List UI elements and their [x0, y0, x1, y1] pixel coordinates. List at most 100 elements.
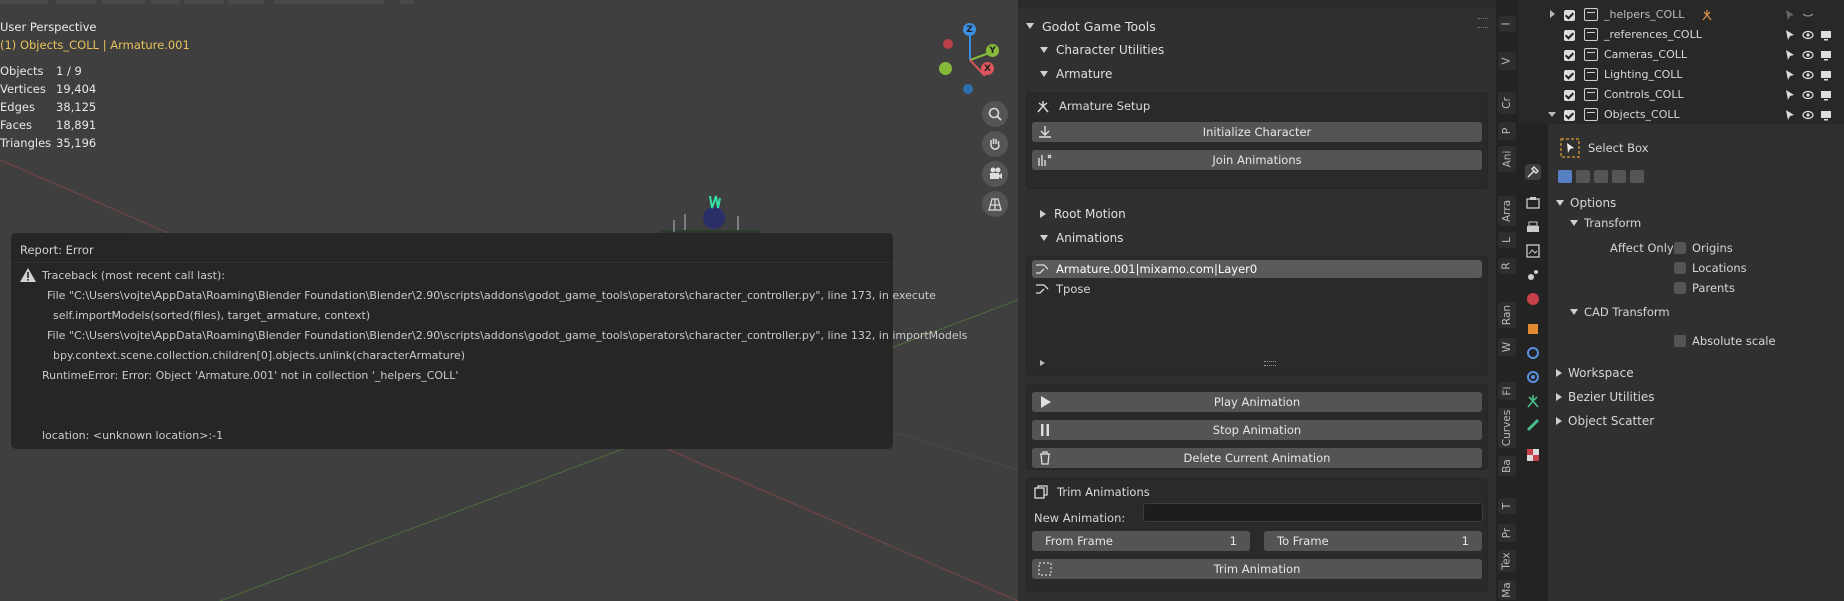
panel-header-character-utilities[interactable]: Character Utilities	[1018, 38, 1496, 62]
select-arrow-icon[interactable]	[1784, 89, 1796, 101]
gizmo-y-axis[interactable]: Y	[986, 44, 999, 57]
scene-tab-icon[interactable]	[1525, 267, 1541, 283]
physics-tab-icon[interactable]	[1525, 369, 1541, 385]
locations-checkbox[interactable]: Locations	[1674, 261, 1747, 275]
list-resize-handle[interactable]	[1264, 361, 1276, 366]
from-frame-field[interactable]: From Frame 1	[1032, 531, 1250, 551]
gizmo-z-axis[interactable]: Z	[963, 23, 976, 36]
godot-game-tools-panel[interactable]: Godot Game Tools Character Utilities Arm…	[1018, 8, 1496, 601]
origins-checkbox[interactable]: Origins	[1674, 241, 1733, 255]
animation-list-item[interactable]: Armature.001|mixamo.com|Layer0	[1032, 260, 1482, 278]
3d-viewport[interactable]: User Perspective (1) Objects_COLL | Arma…	[0, 0, 1018, 601]
eye-icon[interactable]	[1802, 29, 1814, 41]
tab-random[interactable]: Ran	[1498, 302, 1516, 328]
absolute-scale-checkbox[interactable]: Absolute scale	[1674, 334, 1776, 348]
tab-r[interactable]: R	[1498, 258, 1516, 274]
eye-icon[interactable]	[1802, 109, 1814, 121]
zoom-button[interactable]	[982, 101, 1008, 127]
help-icon[interactable]	[400, 0, 414, 4]
panel-header-cad-transform[interactable]: CAD Transform	[1570, 305, 1670, 319]
tab-ba[interactable]: Ba	[1498, 456, 1516, 476]
gizmo-x-axis[interactable]: X	[981, 62, 994, 75]
expand-arrow-icon[interactable]	[1550, 10, 1555, 18]
eye-icon[interactable]	[1802, 89, 1814, 101]
animation-list-item[interactable]: Tpose	[1032, 280, 1482, 298]
checkbox-box[interactable]	[1674, 242, 1686, 254]
mode-subtract-selection-button[interactable]	[1594, 170, 1608, 183]
checkbox-box[interactable]	[1674, 262, 1686, 274]
select-arrow-icon[interactable]	[1784, 109, 1796, 121]
properties-editor[interactable]: Select Box Options Transform Affect Only…	[1548, 124, 1844, 601]
mode-dropdown[interactable]	[0, 0, 48, 4]
bone-tab-icon[interactable]	[1525, 417, 1541, 433]
world-tab-icon[interactable]	[1525, 291, 1541, 307]
join-animations-button[interactable]: Join Animations	[1032, 150, 1482, 170]
delete-current-animation-button[interactable]: Delete Current Animation	[1032, 448, 1482, 468]
panel-header-animations[interactable]: Animations	[1018, 226, 1496, 250]
exclude-checkbox[interactable]	[1564, 10, 1575, 21]
tab-animation[interactable]: Ani	[1498, 146, 1516, 172]
exclude-checkbox[interactable]	[1564, 30, 1575, 41]
panel-header-root-motion[interactable]: Root Motion	[1018, 202, 1496, 226]
view-menu[interactable]	[56, 0, 96, 4]
object-menu[interactable]	[184, 0, 224, 4]
texture-tab-icon[interactable]	[1525, 447, 1541, 463]
outliner-row[interactable]: Objects_COLL	[1518, 105, 1844, 125]
tab-w[interactable]: W	[1498, 338, 1516, 356]
tab-tex[interactable]: Tex	[1498, 550, 1516, 572]
pan-button[interactable]	[982, 131, 1008, 157]
panel-header-godot-game-tools[interactable]: Godot Game Tools	[1018, 14, 1496, 38]
monitor-icon[interactable]	[1820, 49, 1832, 61]
tab-armature[interactable]: Arra	[1498, 196, 1516, 226]
tab-pr[interactable]: Pr	[1498, 524, 1516, 542]
mode-intersect-selection-button[interactable]	[1630, 170, 1644, 183]
error-report-popup[interactable]: Report: Error Traceback (most recent cal…	[11, 233, 967, 449]
outliner-row[interactable]: Cameras_COLL	[1518, 45, 1844, 65]
panel-drag-handle[interactable]	[1478, 18, 1488, 28]
monitor-icon[interactable]	[1820, 69, 1832, 81]
autoparenting-dropdown[interactable]	[274, 0, 384, 4]
add-menu[interactable]	[150, 0, 180, 4]
checkbox-box[interactable]	[1674, 335, 1686, 347]
eye-icon[interactable]	[1802, 69, 1814, 81]
gizmo-neg-y-axis[interactable]	[939, 62, 952, 75]
monitor-icon[interactable]	[1820, 29, 1832, 41]
tab-curves[interactable]: Curves	[1498, 408, 1516, 448]
monitor-icon[interactable]	[1820, 89, 1832, 101]
panel-header-bezier-utilities[interactable]: Bezier Utilities	[1556, 390, 1655, 404]
outliner-row[interactable]: _helpers_COLL	[1518, 5, 1844, 25]
panel-header-transform[interactable]: Transform	[1570, 216, 1641, 230]
select-menu[interactable]	[102, 0, 146, 4]
godot-menu[interactable]	[228, 0, 264, 4]
select-arrow-icon[interactable]	[1784, 49, 1796, 61]
tab-t[interactable]: T	[1498, 498, 1516, 514]
panel-header-workspace[interactable]: Workspace	[1556, 366, 1634, 380]
panel-header-object-scatter[interactable]: Object Scatter	[1556, 414, 1654, 428]
tab-fl[interactable]: Fl	[1498, 382, 1516, 400]
outliner-row[interactable]: _references_COLL	[1518, 25, 1844, 45]
gizmo-neg-z-axis[interactable]	[963, 84, 973, 94]
active-tool[interactable]: Select Box	[1560, 138, 1649, 158]
outliner[interactable]: _helpers_COLL _references_COLL Cameras_C…	[1518, 0, 1844, 124]
output-tab-icon[interactable]	[1525, 219, 1541, 235]
checkbox-box[interactable]	[1674, 282, 1686, 294]
select-arrow-icon[interactable]	[1784, 29, 1796, 41]
camera-view-button[interactable]	[982, 161, 1008, 187]
parents-checkbox[interactable]: Parents	[1674, 281, 1735, 295]
outliner-row[interactable]: Lighting_COLL	[1518, 65, 1844, 85]
monitor-icon[interactable]	[1820, 109, 1832, 121]
initialize-character-button[interactable]: Initialize Character	[1032, 122, 1482, 142]
tab-view[interactable]: V	[1498, 52, 1516, 70]
tab-l[interactable]: L	[1498, 232, 1516, 248]
exclude-checkbox[interactable]	[1564, 90, 1575, 101]
exclude-checkbox[interactable]	[1564, 70, 1575, 81]
exclude-checkbox[interactable]	[1564, 110, 1575, 121]
tool-tab-icon[interactable]	[1525, 164, 1541, 180]
mode-extend-selection-button[interactable]	[1576, 170, 1590, 183]
view-layer-tab-icon[interactable]	[1525, 243, 1541, 259]
expand-arrow-icon[interactable]	[1548, 112, 1556, 117]
eye-icon[interactable]	[1802, 49, 1814, 61]
trim-animation-button[interactable]: Trim Animation	[1032, 559, 1482, 579]
tab-ma[interactable]: Ma	[1498, 580, 1516, 600]
outliner-row[interactable]: Controls_COLL	[1518, 85, 1844, 105]
